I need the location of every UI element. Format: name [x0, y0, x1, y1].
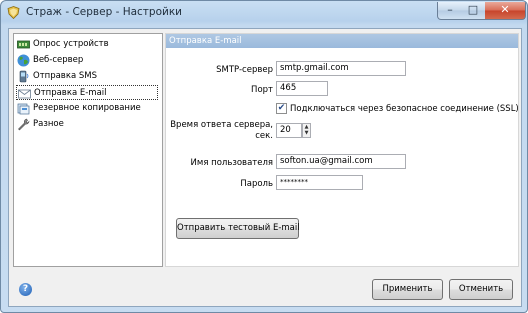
help-icon[interactable]: ? [19, 283, 32, 296]
maximize-icon: □ [467, 3, 479, 16]
app-shield-icon [7, 6, 20, 19]
port-label: Порт [251, 85, 273, 95]
sms-icon [19, 70, 29, 83]
sidebar-item-sms[interactable]: Отправка SMS [16, 69, 158, 84]
port-input[interactable]: 465 [276, 81, 328, 96]
sidebar-item-label: Веб-сервер [33, 55, 84, 65]
ssl-label: Подключаться через безопасное соединение… [290, 104, 519, 114]
password-label: Пароль [240, 179, 273, 189]
backup-icon [17, 103, 30, 115]
close-icon: ✕ [500, 3, 510, 16]
minimize-button[interactable]: – [437, 2, 463, 20]
sidebar-item-misc[interactable]: Разное [16, 117, 158, 132]
globe-icon [17, 54, 30, 67]
device-poll-icon [17, 40, 30, 49]
sidebar-item-backup[interactable]: Резервное копирование [16, 101, 158, 116]
password-input[interactable]: ******** [276, 175, 363, 190]
close-button[interactable]: ✕ [485, 2, 526, 20]
settings-window: Страж - Сервер - Настройки – □ ✕ Опрос у… [0, 0, 528, 313]
username-input[interactable]: softon.ua@gmail.com [276, 154, 406, 169]
smtp-server-input[interactable]: smtp.gmail.com [276, 61, 406, 76]
wrench-icon [18, 118, 30, 131]
sidebar-item-label: Отправка SMS [33, 71, 97, 81]
sidebar-item-device-poll[interactable]: Опрос устройств [16, 37, 158, 52]
settings-category-list: Опрос устройств Веб-сервер Отправка SMS [13, 33, 163, 267]
checkmark-icon: ✔ [277, 103, 286, 113]
minimize-icon: – [447, 3, 453, 16]
maximize-button[interactable]: □ [461, 2, 486, 20]
sidebar-item-email[interactable]: Отправка E-mail [16, 85, 158, 100]
panel-title: Отправка E-mail [166, 34, 518, 48]
timeout-spinner[interactable]: ▲ ▼ [302, 123, 311, 138]
sidebar-item-label: Отправка E-mail [34, 88, 107, 98]
spin-down-icon[interactable]: ▼ [303, 130, 310, 136]
title-bar[interactable]: Страж - Сервер - Настройки – □ ✕ [1, 1, 527, 25]
email-settings-panel: Отправка E-mail SMTP-сервер smtp.gmail.c… [165, 33, 519, 267]
cancel-button[interactable]: Отменить [449, 279, 513, 300]
username-label: Имя пользователя [190, 158, 273, 168]
apply-button[interactable]: Применить [372, 279, 443, 300]
timeout-label-line2: сек. [255, 131, 273, 141]
timeout-input[interactable]: 20 [276, 123, 302, 138]
sidebar-item-label: Разное [33, 119, 64, 129]
sidebar-item-label: Опрос устройств [33, 39, 109, 49]
send-test-email-button[interactable]: Отправить тестовый E-mail [176, 218, 300, 239]
sidebar-item-web-server[interactable]: Веб-сервер [16, 53, 158, 68]
ssl-checkbox[interactable]: ✔ [276, 103, 287, 114]
window-title: Страж - Сервер - Настройки [26, 6, 183, 18]
sidebar-item-label: Резервное копирование [33, 103, 141, 113]
timeout-label-line1: Время ответа сервера, [170, 120, 273, 130]
envelope-icon [18, 89, 31, 99]
dialog-body: Опрос устройств Веб-сервер Отправка SMS [8, 28, 522, 307]
smtp-server-label: SMTP-сервер [216, 65, 273, 75]
